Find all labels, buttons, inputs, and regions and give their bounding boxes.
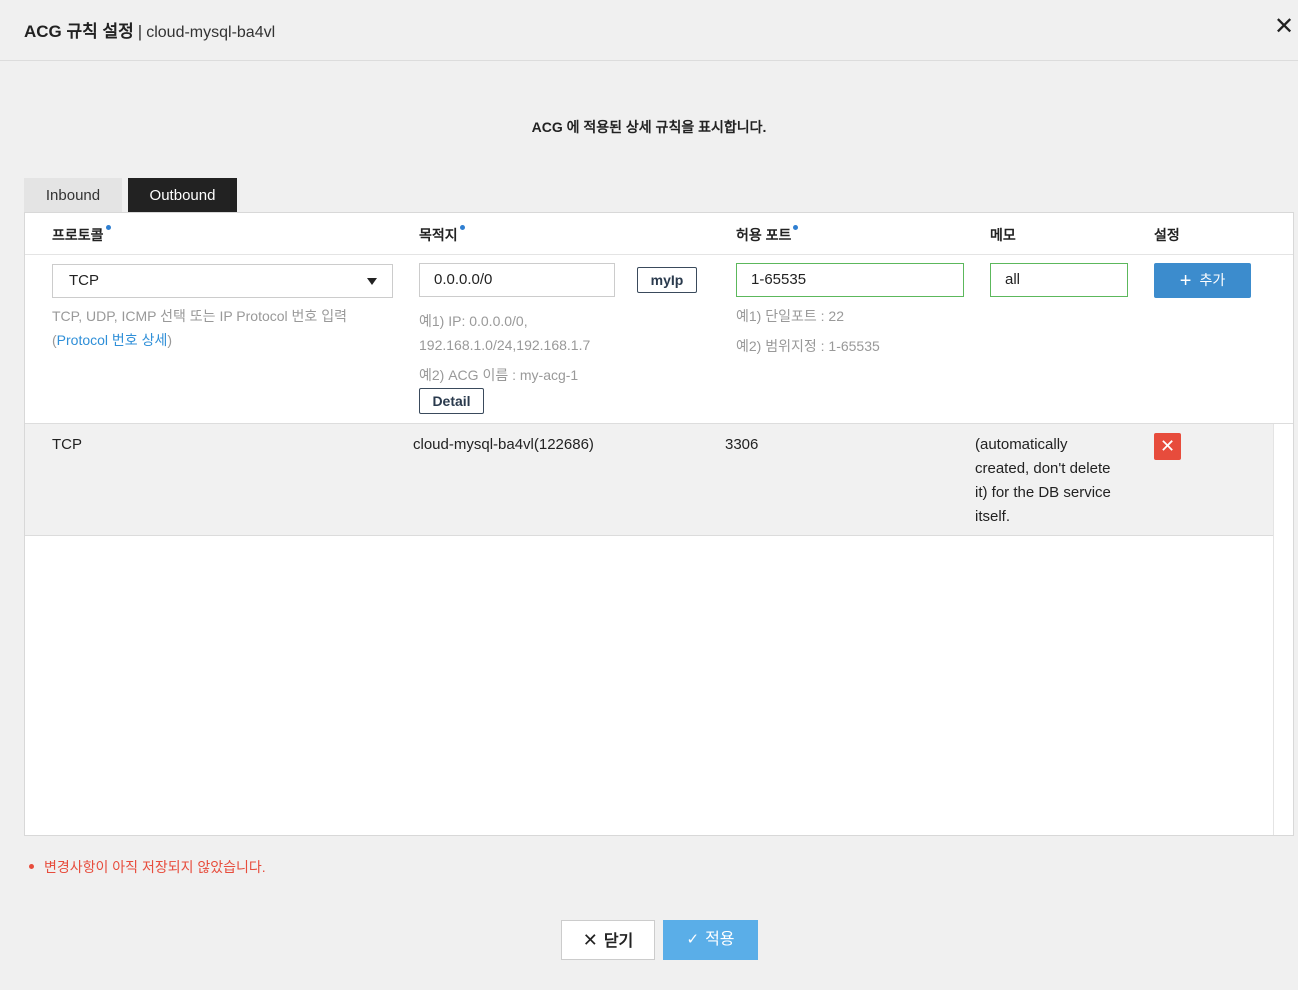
port-help-2: 예2) 범위지정 : 1-65535 <box>736 338 880 354</box>
rules-panel: 프로토콜 목적지 허용 포트 메모 설정 TCP TCP, UDP, ICMP … <box>24 212 1294 836</box>
apply-button[interactable]: ✓ 적용 <box>663 920 758 960</box>
required-dot-icon <box>105 225 111 230</box>
unsaved-changes-text: 변경사항이 아직 저장되지 않았습니다. <box>44 859 266 875</box>
description-text: ACG 에 적용된 상세 규칙을 표시합니다. <box>531 119 767 135</box>
destination-input[interactable]: 0.0.0.0/0 <box>419 263 615 297</box>
check-icon: ✓ <box>686 931 700 948</box>
detail-button[interactable]: Detail <box>419 388 484 414</box>
rule-destination: cloud-mysql-ba4vl(122686) <box>413 436 594 453</box>
destination-help-1: 예1) IP: 0.0.0.0/0, <box>419 313 528 329</box>
column-header-protocol: 프로토콜 <box>52 225 111 245</box>
port-help-1: 예1) 단일포트 : 22 <box>736 308 844 324</box>
unsaved-changes-notice: 변경사항이 아직 저장되지 않았습니다. <box>29 857 266 877</box>
caret-down-icon <box>367 278 377 285</box>
header-divider <box>25 254 1293 255</box>
required-dot-icon <box>459 225 465 230</box>
table-row: TCP cloud-mysql-ba4vl(122686) 3306 (auto… <box>25 424 1273 536</box>
delete-rule-button[interactable]: ✕ <box>1154 433 1181 460</box>
rule-protocol: TCP <box>52 436 82 453</box>
column-header-memo: 메모 <box>990 227 1016 243</box>
modal-subtitle: cloud-mysql-ba4vl <box>146 24 276 41</box>
myip-button[interactable]: myIp <box>637 267 697 293</box>
rule-memo-line: itself. <box>975 508 1011 525</box>
protocol-number-detail-link[interactable]: Protocol 번호 상세 <box>57 332 168 348</box>
port-input[interactable]: 1-65535 <box>736 263 964 297</box>
protocol-help-text: TCP, UDP, ICMP 선택 또는 IP Protocol 번호 입력 <box>52 308 347 324</box>
tab-outbound[interactable]: Outbound <box>128 178 237 213</box>
destination-help-3: 예2) ACG 이름 : my-acg-1 <box>419 367 579 383</box>
rule-memo-line: created, don't delete <box>975 460 1111 477</box>
tab-inbound[interactable]: Inbound <box>24 178 122 213</box>
bullet-icon <box>29 864 34 870</box>
plus-icon: + <box>1179 270 1192 292</box>
close-icon: ✕ <box>582 930 598 950</box>
title-separator: | <box>137 22 143 41</box>
close-button-label: 닫기 <box>603 933 634 950</box>
column-header-port-label: 허용 포트 <box>736 227 792 243</box>
rule-memo-line: it) for the DB service <box>975 484 1111 501</box>
destination-help-2: 192.168.1.0/24,192.168.1.7 <box>419 337 591 353</box>
apply-button-label: 적용 <box>705 931 735 948</box>
rule-memo: (automatically created, don't delete it)… <box>975 433 1111 529</box>
rule-port: 3306 <box>725 436 759 453</box>
add-rule-button[interactable]: + 추가 <box>1154 263 1251 298</box>
memo-input[interactable]: all <box>990 263 1128 297</box>
protocol-help-link-line: (Protocol 번호 상세) <box>52 328 172 352</box>
rule-memo-line: (automatically <box>975 436 1068 453</box>
column-header-destination: 목적지 <box>419 225 465 245</box>
column-header-protocol-label: 프로토콜 <box>52 227 104 243</box>
column-header-destination-label: 목적지 <box>419 227 458 243</box>
column-header-settings: 설정 <box>1154 227 1180 243</box>
modal-header: ACG 규칙 설정 | cloud-mysql-ba4vl ✕ <box>0 0 1298 61</box>
column-header-port: 허용 포트 <box>736 225 799 245</box>
protocol-select[interactable]: TCP <box>52 264 393 298</box>
modal-title: ACG 규칙 설정 | cloud-mysql-ba4vl <box>24 17 275 42</box>
close-icon[interactable]: ✕ <box>1272 14 1296 40</box>
paren-close: ) <box>167 332 173 348</box>
close-button[interactable]: ✕ 닫기 <box>561 920 655 960</box>
add-rule-label: 추가 <box>1199 272 1226 288</box>
modal-title-main: ACG 규칙 설정 <box>24 22 134 41</box>
scrollbar[interactable] <box>1273 424 1293 835</box>
protocol-select-value: TCP <box>69 272 99 289</box>
required-dot-icon <box>793 225 799 230</box>
